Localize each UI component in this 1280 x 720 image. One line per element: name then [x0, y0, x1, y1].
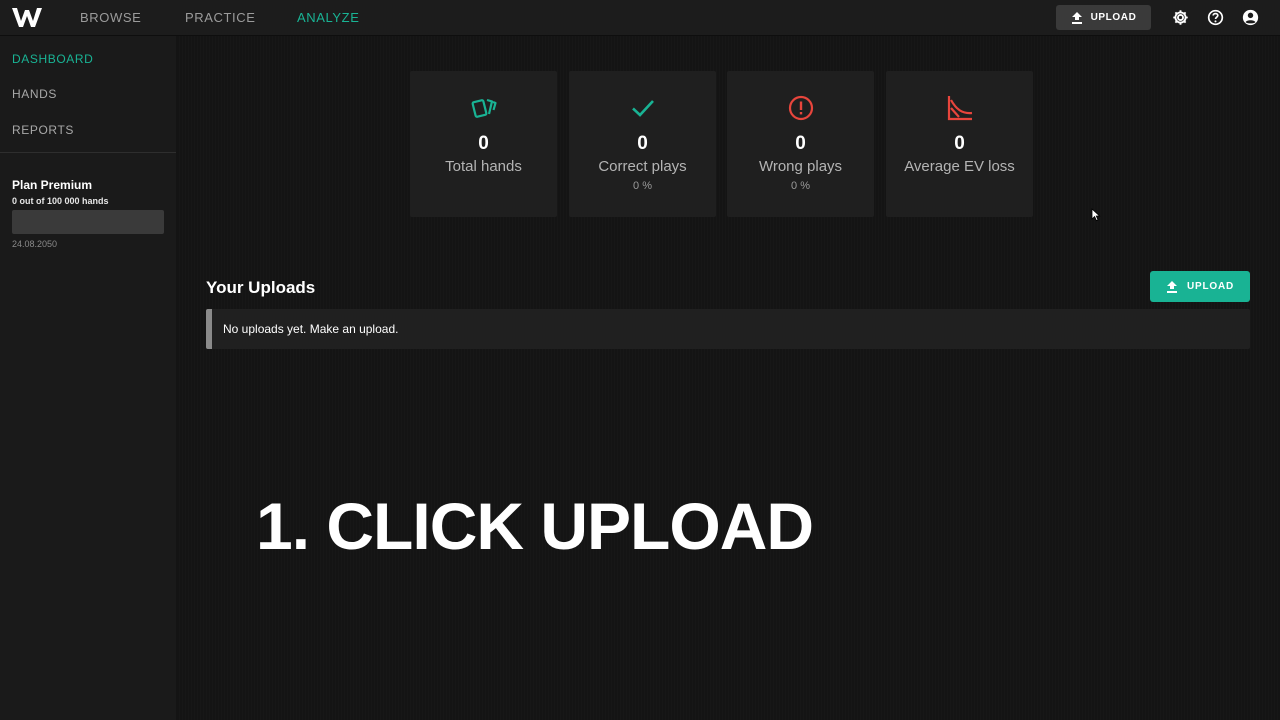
stat-value: 0 — [954, 133, 965, 154]
stat-label: Total hands — [445, 158, 522, 175]
top-upload-label: UPLOAD — [1090, 12, 1137, 23]
stat-label: Average EV loss — [904, 158, 1015, 175]
sidebar-item-reports[interactable]: REPORTS — [12, 123, 74, 137]
nav-analyze[interactable]: ANALYZE — [297, 10, 359, 25]
alert-icon — [788, 95, 814, 121]
stat-card-correct-plays: 0 Correct plays 0 % — [569, 71, 716, 217]
upload-button-label: UPLOAD — [1186, 281, 1235, 292]
plan-title: Plan Premium — [12, 178, 93, 192]
uploads-empty-message: No uploads yet. Make an upload. — [223, 322, 399, 336]
app-logo[interactable] — [12, 6, 42, 28]
sidebar-item-dashboard[interactable]: DASHBOARD — [12, 52, 93, 66]
stat-percent: 0 % — [791, 180, 810, 192]
upload-button[interactable]: UPLOAD — [1150, 271, 1250, 302]
mouse-cursor-icon — [1091, 208, 1101, 222]
plan-usage-bar — [12, 210, 164, 234]
stat-card-wrong-plays: 0 Wrong plays 0 % — [727, 71, 874, 217]
stat-label: Correct plays — [598, 158, 687, 175]
instruction-caption: 1. CLICK UPLOAD — [256, 489, 814, 563]
uploads-empty-state: No uploads yet. Make an upload. — [206, 309, 1250, 349]
nav-browse[interactable]: BROWSE — [80, 10, 141, 25]
account-icon[interactable] — [1242, 9, 1259, 26]
stat-label: Wrong plays — [758, 158, 843, 175]
stat-value: 0 — [478, 133, 489, 154]
upload-icon — [1071, 11, 1082, 24]
help-icon[interactable] — [1207, 9, 1224, 26]
upload-icon — [1166, 280, 1177, 293]
sidebar: DASHBOARD HANDS REPORTS Plan Premium 0 o… — [0, 36, 176, 720]
plan-date: 24.08.2050 — [12, 239, 58, 249]
plan-usage: 0 out of 100 000 hands — [12, 196, 109, 206]
stat-percent: 0 % — [633, 180, 652, 192]
cards-icon — [471, 98, 497, 118]
check-icon — [632, 100, 654, 117]
gear-icon[interactable] — [1172, 9, 1189, 26]
stat-card-average-ev-loss: 0 Average EV loss — [886, 71, 1033, 217]
top-upload-button[interactable]: UPLOAD — [1056, 5, 1151, 30]
stat-value: 0 — [637, 133, 648, 154]
sidebar-divider — [0, 152, 176, 153]
sidebar-item-hands[interactable]: HANDS — [12, 87, 57, 101]
stat-value: 0 — [795, 133, 806, 154]
nav-practice[interactable]: PRACTICE — [185, 10, 256, 25]
top-bar: BROWSE PRACTICE ANALYZE UPLOAD — [0, 0, 1280, 36]
stat-card-total-hands: 0 Total hands — [410, 71, 557, 217]
ev-loss-chart-icon — [947, 96, 973, 121]
uploads-title: Your Uploads — [206, 278, 316, 297]
